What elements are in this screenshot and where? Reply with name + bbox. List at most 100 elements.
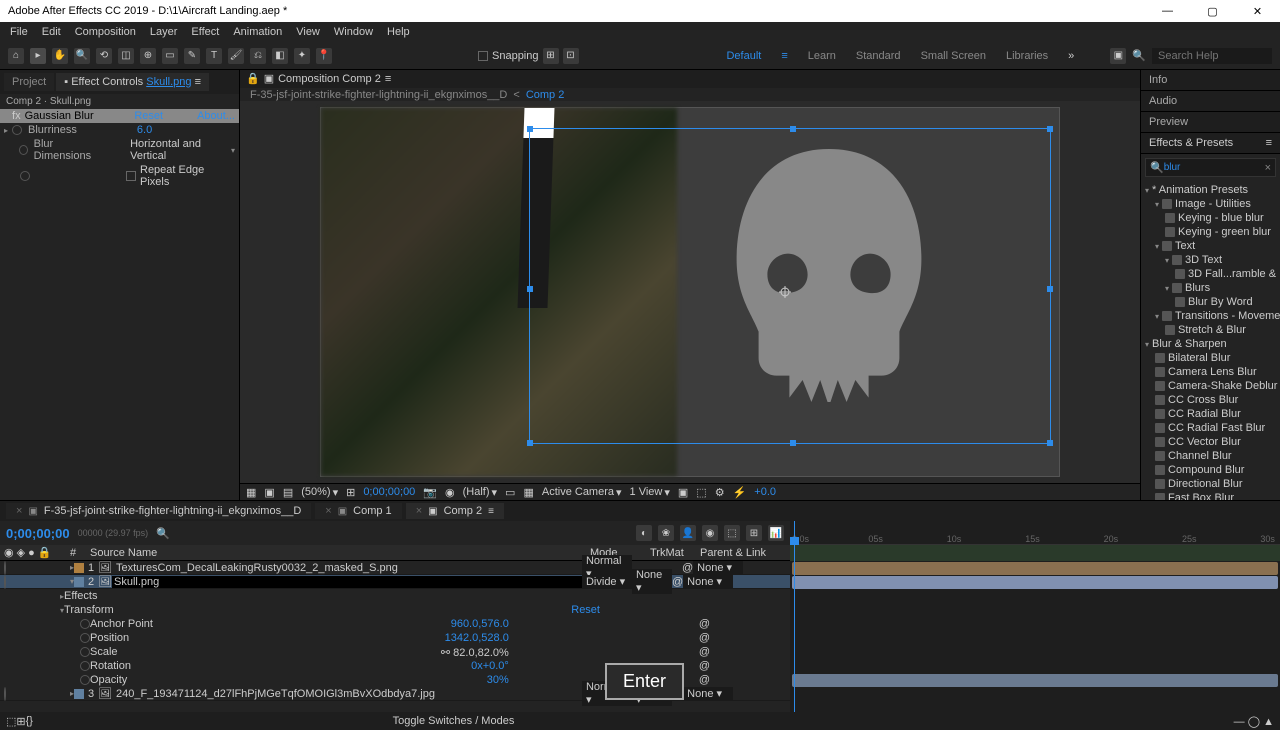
prop-position[interactable]: Position1342.0,528.0@ — [0, 631, 790, 645]
vc-renderer-icon[interactable]: ⚙ — [715, 486, 725, 499]
type-tool-icon[interactable]: T — [206, 48, 222, 64]
tree-effect[interactable]: CC Vector Blur — [1141, 435, 1280, 449]
tree-preset[interactable]: 3D Fall...ramble & Blur — [1141, 267, 1280, 281]
tree-preset[interactable]: Blur By Word — [1141, 295, 1280, 309]
anchor-point-icon[interactable] — [779, 286, 791, 298]
effect-controls-target[interactable]: Skull.png — [146, 76, 191, 88]
visibility-icon[interactable] — [4, 687, 6, 701]
tree-effect[interactable]: CC Cross Blur — [1141, 393, 1280, 407]
clone-tool-icon[interactable]: ⎌ — [250, 48, 266, 64]
search-icon[interactable]: 🔍 — [156, 527, 170, 540]
tree-effect[interactable]: Camera-Shake Deblur — [1141, 379, 1280, 393]
timecode-display[interactable]: 0;00;00;00 — [6, 526, 70, 541]
snapping-checkbox[interactable] — [478, 51, 488, 61]
tree-effect[interactable]: Compound Blur — [1141, 463, 1280, 477]
blurriness-value[interactable]: 6.0 — [137, 124, 152, 136]
vc-alpha-icon[interactable]: ▦ — [246, 486, 256, 499]
position-value[interactable]: 1342.0,528.0 — [445, 632, 509, 644]
close-tab-icon[interactable]: × — [325, 505, 331, 517]
playhead[interactable] — [794, 521, 795, 712]
vc-3d-icon[interactable]: ⬚ — [696, 486, 706, 499]
tl-opt-icon[interactable]: ⊞ — [746, 525, 762, 541]
tab-effect-controls[interactable]: ▪ Effect Controls Skull.png ≡ — [56, 73, 209, 91]
comp-tab-menu-icon[interactable]: ≡ — [385, 73, 391, 85]
zoom-dropdown[interactable]: (50%) ▾ — [301, 486, 338, 499]
menu-layer[interactable]: Layer — [144, 26, 184, 38]
composition-viewer[interactable] — [240, 101, 1140, 483]
tree-folder[interactable]: ▾Image - Utilities — [1141, 197, 1280, 211]
menu-edit[interactable]: Edit — [36, 26, 67, 38]
shape-tool-icon[interactable]: ▭ — [162, 48, 178, 64]
pickwhip-icon[interactable]: @ — [699, 618, 710, 630]
pickwhip-icon[interactable]: @ — [699, 632, 710, 644]
current-time[interactable]: 0;00;00;00 — [363, 486, 415, 498]
pickwhip-icon[interactable]: @ — [682, 562, 693, 574]
breadcrumb-b[interactable]: Comp 2 — [526, 89, 565, 101]
tree-folder[interactable]: ▾Transitions - Movement — [1141, 309, 1280, 323]
view-layout-dropdown[interactable]: 1 View ▾ — [630, 486, 670, 499]
fx-enable-icon[interactable]: fx — [12, 110, 21, 122]
canvas[interactable] — [320, 107, 1060, 477]
tree-folder[interactable]: ▾3D Text — [1141, 253, 1280, 267]
layer-row-2[interactable]: ▾ 2 🖼 Skull.png Divide ▾ None ▾ @ None ▾ — [0, 575, 790, 589]
label-color[interactable] — [74, 689, 84, 699]
preview-panel-header[interactable]: Preview — [1141, 112, 1280, 133]
stopwatch-icon[interactable] — [80, 675, 90, 685]
brush-tool-icon[interactable]: 🖌 — [228, 48, 244, 64]
effects-tree[interactable]: ▾* Animation Presets ▾Image - Utilities … — [1141, 181, 1280, 500]
stopwatch-icon[interactable] — [80, 647, 90, 657]
pickwhip-icon[interactable]: @ — [699, 660, 710, 672]
menu-composition[interactable]: Composition — [69, 26, 142, 38]
tree-preset[interactable]: Keying - blue blur — [1141, 211, 1280, 225]
breadcrumb-a[interactable]: F-35-jsf-joint-strike-fighter-lightning-… — [250, 89, 507, 101]
col-source-name[interactable]: Source Name — [90, 547, 590, 559]
tl-graph-icon[interactable]: 📊 — [768, 525, 784, 541]
selection-tool-icon[interactable]: ▸ — [30, 48, 46, 64]
layer-name[interactable]: TexturesCom_DecalLeakingRusty0032_2_mask… — [112, 562, 582, 574]
parent-dropdown[interactable]: None ▾ — [693, 561, 743, 574]
orbit-tool-icon[interactable]: ⟲ — [96, 48, 112, 64]
tree-effect[interactable]: CC Radial Blur — [1141, 407, 1280, 421]
label-color[interactable] — [74, 563, 84, 573]
snapping-opt2-icon[interactable]: ⊡ — [563, 48, 579, 64]
puppet-tool-icon[interactable]: 📍 — [316, 48, 332, 64]
menu-view[interactable]: View — [290, 26, 326, 38]
tl-opt-icon[interactable]: ◐ — [636, 525, 652, 541]
zoom-tool-icon[interactable]: 🔍 — [74, 48, 90, 64]
lock-icon[interactable]: 🔒 — [246, 72, 260, 85]
workspace-learn[interactable]: Learn — [808, 50, 836, 62]
prop-scale[interactable]: Scale⚯ 82.0,82.0%@ — [0, 645, 790, 659]
roto-tool-icon[interactable]: ✦ — [294, 48, 310, 64]
vc-mask-icon[interactable]: ▣ — [264, 486, 274, 499]
roi-icon[interactable]: ▭ — [505, 486, 515, 499]
tree-preset[interactable]: Stretch & Blur — [1141, 323, 1280, 337]
prop-anchor[interactable]: Anchor Point960.0,576.0@ — [0, 617, 790, 631]
pickwhip-icon[interactable]: @ — [699, 646, 710, 658]
exposure-value[interactable]: +0.0 — [754, 486, 776, 498]
panel-menu-icon[interactable]: ≡ — [1266, 137, 1272, 149]
footer-icon[interactable]: {} — [26, 715, 33, 727]
stopwatch-icon[interactable] — [80, 633, 90, 643]
effects-search[interactable]: 🔍 × — [1145, 158, 1276, 177]
workspace-default[interactable]: Default — [726, 50, 761, 62]
handle-ml[interactable] — [527, 286, 533, 292]
workspace-overflow-icon[interactable]: » — [1068, 50, 1074, 62]
repeat-edge-checkbox[interactable] — [126, 171, 136, 181]
tree-effect[interactable]: Bilateral Blur — [1141, 351, 1280, 365]
tree-effect[interactable]: Directional Blur — [1141, 477, 1280, 491]
timeline-tracks[interactable]: 0.0s 05s 10s 15s 20s 25s 30s — [790, 521, 1280, 712]
window-maximize[interactable]: ▢ — [1190, 0, 1235, 22]
close-tab-icon[interactable]: × — [416, 505, 422, 517]
vc-fast-icon[interactable]: ⚡ — [733, 486, 747, 499]
menu-file[interactable]: File — [4, 26, 34, 38]
layer-bar-2[interactable] — [792, 576, 1278, 589]
anchor-value[interactable]: 960.0,576.0 — [451, 618, 509, 630]
menu-effect[interactable]: Effect — [185, 26, 225, 38]
layer-name[interactable]: 240_F_193471124_d27lFhPjMGeTqfOMOIGl3mBv… — [112, 688, 582, 700]
footer-icon[interactable]: ⊞ — [16, 715, 25, 728]
time-ruler[interactable]: 0.0s 05s 10s 15s 20s 25s 30s — [790, 521, 1280, 545]
layer-bar-1[interactable] — [792, 562, 1278, 575]
menu-window[interactable]: Window — [328, 26, 379, 38]
transform-reset[interactable]: Reset — [571, 604, 600, 616]
parent-dropdown[interactable]: None ▾ — [683, 575, 733, 588]
